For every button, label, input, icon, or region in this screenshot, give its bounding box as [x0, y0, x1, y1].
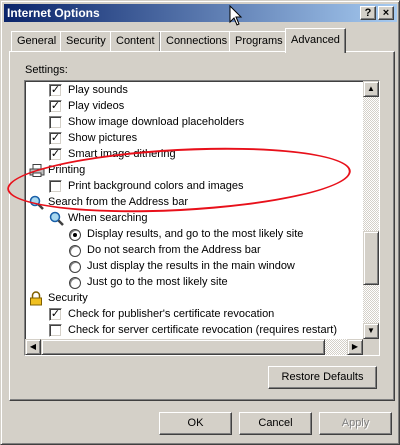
list-item[interactable]: Check for server certificate revocation … [25, 322, 363, 338]
scroll-right-icon[interactable]: ▶ [347, 339, 363, 355]
printer-icon [29, 164, 45, 177]
restore-defaults-button[interactable]: Restore Defaults [268, 366, 377, 389]
list-item[interactable]: Display results, and go to the most like… [25, 226, 363, 242]
settings-label: Settings: [25, 64, 68, 76]
tab-security[interactable]: Security [60, 31, 112, 51]
window-title: Internet Options [7, 6, 100, 20]
list-item[interactable]: Just display the results in the main win… [25, 258, 363, 274]
radio-unselected[interactable] [69, 245, 81, 257]
list-item[interactable]: ✓ Smart image dithering [25, 146, 363, 162]
radio-unselected[interactable] [69, 261, 81, 273]
scroll-up-icon[interactable]: ▲ [363, 81, 379, 97]
cancel-button[interactable]: Cancel [239, 412, 312, 435]
checkbox-checked[interactable]: ✓ [49, 148, 62, 161]
list-item[interactable]: Show image download placeholders [25, 114, 363, 130]
checkbox-checked[interactable]: ✓ [49, 132, 62, 145]
subcategory-when-searching: When searching [25, 210, 363, 226]
checkbox-checked[interactable]: ✓ [49, 100, 62, 113]
vertical-scroll-thumb[interactable] [363, 231, 379, 285]
checkbox-checked[interactable]: ✓ [49, 308, 62, 321]
scroll-left-icon[interactable]: ◀ [25, 339, 41, 355]
tab-advanced[interactable]: Advanced [285, 28, 346, 53]
apply-button[interactable]: Apply [319, 412, 392, 435]
category-search-address-bar: Search from the Address bar [25, 194, 363, 210]
radio-unselected[interactable] [69, 277, 81, 289]
checkbox-unchecked[interactable] [49, 116, 62, 129]
settings-tree-list[interactable]: ✓ Play sounds ✓ Play videos Show image d… [24, 80, 380, 356]
title-bar[interactable]: Internet Options [4, 4, 397, 22]
category-printing: Printing [25, 162, 363, 178]
category-security: Security [25, 290, 363, 306]
tab-connections[interactable]: Connections [160, 31, 234, 51]
tab-content[interactable]: Content [110, 31, 161, 51]
horizontal-scroll-thumb[interactable] [41, 339, 325, 355]
tab-general[interactable]: General [11, 31, 63, 51]
list-item[interactable]: ✓ Check for publisher's certificate revo… [25, 306, 363, 322]
list-item[interactable]: Print background colors and images [25, 178, 363, 194]
tab-programs[interactable]: Programs [229, 31, 289, 51]
search-icon [29, 195, 44, 210]
checkbox-checked[interactable]: ✓ [49, 84, 62, 97]
lock-icon [30, 291, 42, 306]
radio-selected[interactable] [69, 229, 81, 241]
scroll-down-icon[interactable]: ▼ [363, 323, 379, 339]
checkbox-unchecked[interactable] [49, 180, 62, 193]
list-item[interactable]: ✓ Show pictures [25, 130, 363, 146]
ok-button[interactable]: OK [159, 412, 232, 435]
close-button[interactable]: × [378, 6, 394, 20]
list-item[interactable]: Do not search from the Address bar [25, 242, 363, 258]
list-item[interactable]: Just go to the most likely site [25, 274, 363, 290]
list-item[interactable]: ✓ Play videos [25, 98, 363, 114]
internet-options-dialog: Internet Options ? × General Security Co… [0, 0, 400, 445]
help-button[interactable]: ? [360, 6, 376, 20]
list-item[interactable]: ✓ Play sounds [25, 82, 363, 98]
vertical-scrollbar[interactable]: ▲ ▼ [363, 81, 379, 339]
horizontal-scrollbar[interactable]: ◀ ▶ [25, 339, 363, 355]
scrollbar-corner [363, 339, 379, 355]
checkbox-unchecked[interactable] [49, 324, 62, 337]
mouse-cursor-icon [229, 5, 243, 26]
advanced-panel: Settings: ✓ Play sounds ✓ Play videos Sh… [9, 51, 395, 401]
search-icon [49, 211, 64, 226]
